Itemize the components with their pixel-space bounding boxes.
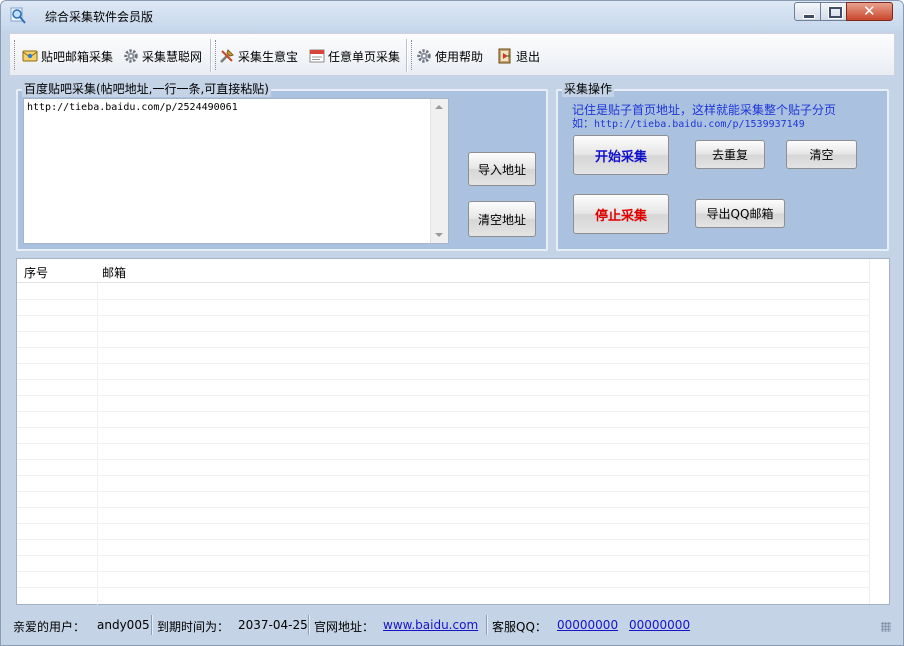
expire-label: 到期时间为： — [157, 620, 230, 634]
clear-results-button[interactable]: 清空 — [786, 140, 857, 169]
clear-address-button[interactable]: 清空地址 — [468, 201, 536, 237]
tools-icon — [219, 48, 235, 64]
hint-example: 如：http://tieba.baidu.com/p/1539937149 — [572, 115, 805, 131]
column-header-email[interactable]: 邮箱 — [102, 264, 126, 281]
toolbar-label: 采集生意宝 — [238, 49, 299, 64]
grid-scroll-area[interactable] — [869, 259, 889, 604]
grid-row-line — [17, 395, 869, 396]
hint-example-url: http://tieba.baidu.com/p/1539937149 — [594, 119, 805, 130]
toolbar-grip[interactable] — [411, 40, 414, 70]
toolbar-grip[interactable] — [14, 40, 17, 70]
gear-icon — [123, 48, 139, 64]
export-qq-mail-button[interactable]: 导出QQ邮箱 — [695, 199, 785, 228]
minimize-button[interactable] — [794, 2, 821, 21]
app-magnifier-icon — [10, 7, 26, 24]
grid-row-line — [17, 491, 869, 492]
grid-row-line — [17, 539, 869, 540]
tieba-collect-group: 百度贴吧采集(帖吧地址,一行一条,可直接粘贴) http://tieba.bai… — [16, 82, 548, 251]
scroll-up-icon[interactable] — [435, 105, 443, 109]
toolbar: 贴吧邮箱采集 采集慧聪网 采集生意宝 任意单页采集 使用帮助 退出 — [9, 33, 895, 76]
grid-row-line — [17, 587, 869, 588]
toolbar-tieba-mail-button[interactable]: 贴吧邮箱采集 — [22, 47, 113, 65]
status-separator — [151, 615, 153, 635]
page-icon — [309, 48, 325, 64]
site-label: 官网地址： — [314, 620, 375, 634]
toolbar-label: 使用帮助 — [435, 49, 484, 64]
expire-value: 2037-04-25 — [238, 618, 308, 632]
url-textarea[interactable]: http://tieba.baidu.com/p/2524490061 — [23, 98, 449, 244]
maximize-icon — [828, 6, 843, 19]
grid-row-line — [17, 523, 869, 524]
stop-collect-button[interactable]: 停止采集 — [573, 194, 669, 234]
user-label: 亲爱的用户： — [13, 620, 86, 634]
results-grid[interactable]: 序号 邮箱 — [16, 258, 890, 605]
toolbar-label: 退出 — [516, 49, 541, 64]
close-icon: ✕ — [863, 2, 876, 20]
minimize-icon — [803, 14, 815, 19]
column-header-index[interactable]: 序号 — [24, 264, 48, 281]
tieba-collect-legend: 百度贴吧采集(帖吧地址,一行一条,可直接粘贴) — [22, 82, 271, 97]
toolbar-single-page-button[interactable]: 任意单页采集 — [309, 47, 400, 65]
exit-icon — [497, 48, 513, 64]
import-address-button[interactable]: 导入地址 — [468, 152, 536, 186]
grid-row-line — [17, 443, 869, 444]
resize-grip-icon[interactable] — [881, 622, 891, 632]
gear-icon — [416, 48, 432, 64]
grid-row-line — [17, 427, 869, 428]
toolbar-separator — [406, 39, 408, 72]
grid-row-line — [17, 379, 869, 380]
grid-row-line — [17, 411, 869, 412]
toolbar-label: 任意单页采集 — [328, 49, 401, 64]
qq-link-2[interactable]: 00000000 — [629, 618, 690, 632]
grid-row-line — [17, 507, 869, 508]
status-separator — [308, 615, 310, 635]
hint-example-prefix: 如： — [572, 117, 594, 130]
dedupe-button[interactable]: 去重复 — [695, 140, 765, 169]
collect-operation-group: 采集操作 记住是贴子首页地址，这样就能采集整个贴子分页 如：http://tie… — [556, 82, 889, 251]
grid-row-line — [17, 315, 869, 316]
collect-operation-legend: 采集操作 — [562, 82, 615, 97]
site-link[interactable]: www.baidu.com — [383, 618, 478, 632]
title-bar[interactable]: 综合采集软件会员版 ✕ — [1, 1, 903, 31]
url-scrollbar[interactable] — [430, 99, 448, 243]
grid-header: 序号 邮箱 — [17, 259, 869, 283]
close-button[interactable]: ✕ — [846, 2, 893, 21]
start-collect-button[interactable]: 开始采集 — [573, 135, 669, 175]
toolbar-label: 贴吧邮箱采集 — [41, 49, 114, 64]
qq-link-1[interactable]: 00000000 — [557, 618, 618, 632]
toolbar-grip[interactable] — [215, 40, 218, 70]
qq-label: 客服QQ： — [492, 620, 547, 634]
status-separator — [486, 615, 488, 635]
scroll-down-icon[interactable] — [435, 233, 443, 237]
toolbar-shengyibao-button[interactable]: 采集生意宝 — [219, 47, 298, 65]
grid-row-line — [17, 571, 869, 572]
toolbar-separator — [210, 39, 212, 72]
maximize-button[interactable] — [820, 2, 847, 21]
toolbar-exit-button[interactable]: 退出 — [497, 47, 540, 65]
app-window: 综合采集软件会员版 ✕ 贴吧邮箱采集 采集慧聪网 采集生意宝 任意单页采集 使用… — [0, 0, 904, 646]
window-title: 综合采集软件会员版 — [45, 10, 154, 24]
tieba-mail-icon — [22, 48, 38, 64]
status-bar: 亲爱的用户： andy005 到期时间为： 2037-04-25 官网地址： w… — [9, 612, 895, 638]
toolbar-huicong-button[interactable]: 采集慧聪网 — [123, 47, 202, 65]
grid-row-line — [17, 459, 869, 460]
toolbar-help-button[interactable]: 使用帮助 — [416, 47, 483, 65]
url-text: http://tieba.baidu.com/p/2524490061 — [27, 102, 238, 113]
grid-row-line — [17, 331, 869, 332]
grid-row-line — [17, 475, 869, 476]
grid-row-line — [17, 347, 869, 348]
toolbar-label: 采集慧聪网 — [142, 49, 203, 64]
user-value: andy005 — [97, 618, 150, 632]
grid-row-line — [17, 299, 869, 300]
grid-row-line — [17, 555, 869, 556]
grid-row-line — [17, 363, 869, 364]
